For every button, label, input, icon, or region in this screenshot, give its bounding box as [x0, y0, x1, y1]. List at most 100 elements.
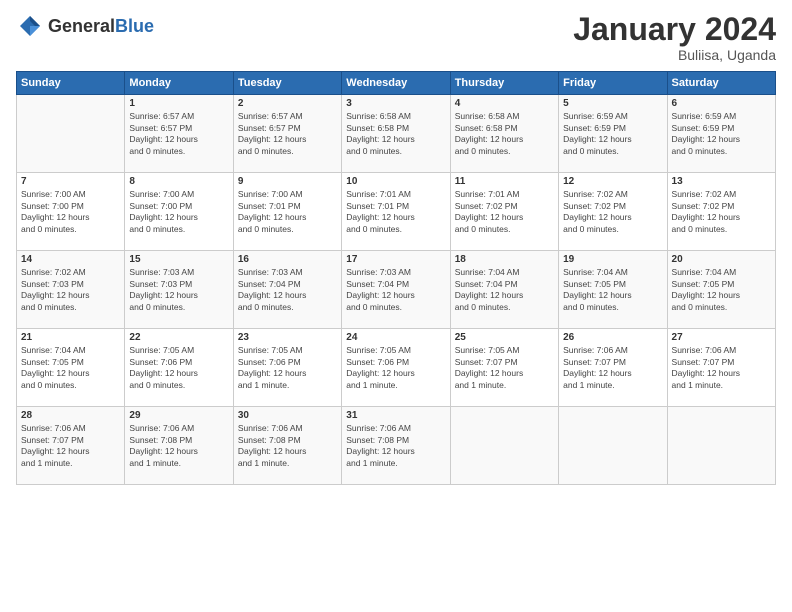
day-info: Sunrise: 7:06 AM Sunset: 7:07 PM Dayligh… [672, 345, 771, 391]
table-row: 8 Sunrise: 7:00 AM Sunset: 7:00 PM Daylig… [125, 173, 233, 251]
table-row: 10Sunrise: 7:01 AM Sunset: 7:01 PM Dayli… [342, 173, 450, 251]
day-number: 6 [672, 98, 771, 109]
day-info: Sunrise: 6:57 AM Sunset: 6:57 PM Dayligh… [238, 111, 337, 157]
calendar-week-row: 14 Sunrise: 7:02 AM Sunset: 7:03 PM Dayli… [17, 251, 776, 329]
calendar-week-row: 21Sunrise: 7:04 AM Sunset: 7:05 PM Dayli… [17, 329, 776, 407]
table-row: 22 Sunrise: 7:05 AM Sunset: 7:06 PM Dayli… [125, 329, 233, 407]
day-info: Sunrise: 7:03 AM Sunset: 7:04 PM Dayligh… [238, 267, 337, 313]
logo-general: General [48, 16, 115, 36]
table-row: 5Sunrise: 6:59 AM Sunset: 6:59 PM Daylig… [559, 95, 667, 173]
day-info: Sunrise: 7:04 AM Sunset: 7:04 PM Dayligh… [455, 267, 554, 313]
day-info: Sunrise: 7:06 AM Sunset: 7:07 PM Dayligh… [21, 423, 120, 469]
table-row: 14 Sunrise: 7:02 AM Sunset: 7:03 PM Dayli… [17, 251, 125, 329]
day-info: Sunrise: 7:01 AM Sunset: 7:01 PM Dayligh… [346, 189, 445, 235]
day-info: Sunrise: 7:05 AM Sunset: 7:06 PM Dayligh… [346, 345, 445, 391]
table-row: 27 Sunrise: 7:06 AM Sunset: 7:07 PM Dayli… [667, 329, 775, 407]
table-row: 24Sunrise: 7:05 AM Sunset: 7:06 PM Dayli… [342, 329, 450, 407]
day-info: Sunrise: 6:59 AM Sunset: 6:59 PM Dayligh… [672, 111, 771, 157]
table-row: 28 Sunrise: 7:06 AM Sunset: 7:07 PM Dayli… [17, 407, 125, 485]
day-info: Sunrise: 7:06 AM Sunset: 7:08 PM Dayligh… [346, 423, 445, 469]
day-info: Sunrise: 7:06 AM Sunset: 7:08 PM Dayligh… [129, 423, 228, 469]
day-number: 27 [672, 332, 771, 343]
day-number: 16 [238, 254, 337, 265]
day-number: 9 [238, 176, 337, 187]
day-info: Sunrise: 7:06 AM Sunset: 7:07 PM Dayligh… [563, 345, 662, 391]
day-number: 11 [455, 176, 554, 187]
table-row [667, 407, 775, 485]
day-info: Sunrise: 6:57 AM Sunset: 6:57 PM Dayligh… [129, 111, 228, 157]
day-info: Sunrise: 6:58 AM Sunset: 6:58 PM Dayligh… [346, 111, 445, 157]
logo: GeneralBlue [16, 12, 154, 40]
table-row: 1 Sunrise: 6:57 AM Sunset: 6:57 PM Daylig… [125, 95, 233, 173]
calendar-week-row: 28 Sunrise: 7:06 AM Sunset: 7:07 PM Dayli… [17, 407, 776, 485]
day-info: Sunrise: 7:03 AM Sunset: 7:03 PM Dayligh… [129, 267, 228, 313]
day-info: Sunrise: 7:02 AM Sunset: 7:03 PM Dayligh… [21, 267, 120, 313]
table-row: 20Sunrise: 7:04 AM Sunset: 7:05 PM Dayli… [667, 251, 775, 329]
day-info: Sunrise: 7:04 AM Sunset: 7:05 PM Dayligh… [672, 267, 771, 313]
day-number: 15 [129, 254, 228, 265]
page: GeneralBlue January 2024 Buliisa, Uganda… [0, 0, 792, 612]
day-number: 30 [238, 410, 337, 421]
day-number: 29 [129, 410, 228, 421]
day-info: Sunrise: 7:05 AM Sunset: 7:07 PM Dayligh… [455, 345, 554, 391]
day-number: 13 [672, 176, 771, 187]
location: Buliisa, Uganda [573, 47, 776, 63]
header-friday: Friday [559, 72, 667, 95]
weekday-header-row: Sunday Monday Tuesday Wednesday Thursday… [17, 72, 776, 95]
header-sunday: Sunday [17, 72, 125, 95]
day-info: Sunrise: 6:58 AM Sunset: 6:58 PM Dayligh… [455, 111, 554, 157]
table-row: 2Sunrise: 6:57 AM Sunset: 6:57 PM Daylig… [233, 95, 341, 173]
day-number: 19 [563, 254, 662, 265]
day-info: Sunrise: 6:59 AM Sunset: 6:59 PM Dayligh… [563, 111, 662, 157]
logo-blue: Blue [115, 16, 154, 36]
table-row: 16 Sunrise: 7:03 AM Sunset: 7:04 PM Dayli… [233, 251, 341, 329]
header-saturday: Saturday [667, 72, 775, 95]
day-info: Sunrise: 7:05 AM Sunset: 7:06 PM Dayligh… [238, 345, 337, 391]
table-row: 13Sunrise: 7:02 AM Sunset: 7:02 PM Dayli… [667, 173, 775, 251]
calendar-week-row: 1 Sunrise: 6:57 AM Sunset: 6:57 PM Daylig… [17, 95, 776, 173]
header: GeneralBlue January 2024 Buliisa, Uganda [16, 12, 776, 63]
table-row: 11 Sunrise: 7:01 AM Sunset: 7:02 PM Dayli… [450, 173, 558, 251]
day-number: 7 [21, 176, 120, 187]
table-row [17, 95, 125, 173]
table-row: 31 Sunrise: 7:06 AM Sunset: 7:08 PM Dayli… [342, 407, 450, 485]
day-info: Sunrise: 7:02 AM Sunset: 7:02 PM Dayligh… [563, 189, 662, 235]
month-title: January 2024 [573, 12, 776, 47]
day-number: 28 [21, 410, 120, 421]
table-row: 26 Sunrise: 7:06 AM Sunset: 7:07 PM Dayli… [559, 329, 667, 407]
table-row [559, 407, 667, 485]
day-number: 18 [455, 254, 554, 265]
header-monday: Monday [125, 72, 233, 95]
day-number: 25 [455, 332, 554, 343]
day-info: Sunrise: 7:00 AM Sunset: 7:00 PM Dayligh… [21, 189, 120, 235]
calendar-table: Sunday Monday Tuesday Wednesday Thursday… [16, 71, 776, 485]
day-number: 14 [21, 254, 120, 265]
table-row [450, 407, 558, 485]
day-info: Sunrise: 7:01 AM Sunset: 7:02 PM Dayligh… [455, 189, 554, 235]
header-wednesday: Wednesday [342, 72, 450, 95]
day-number: 31 [346, 410, 445, 421]
header-thursday: Thursday [450, 72, 558, 95]
calendar-week-row: 7 Sunrise: 7:00 AM Sunset: 7:00 PM Daylig… [17, 173, 776, 251]
day-info: Sunrise: 7:06 AM Sunset: 7:08 PM Dayligh… [238, 423, 337, 469]
day-info: Sunrise: 7:04 AM Sunset: 7:05 PM Dayligh… [21, 345, 120, 391]
title-area: January 2024 Buliisa, Uganda [573, 12, 776, 63]
table-row: 3 Sunrise: 6:58 AM Sunset: 6:58 PM Daylig… [342, 95, 450, 173]
table-row: 9Sunrise: 7:00 AM Sunset: 7:01 PM Daylig… [233, 173, 341, 251]
day-info: Sunrise: 7:03 AM Sunset: 7:04 PM Dayligh… [346, 267, 445, 313]
table-row: 17Sunrise: 7:03 AM Sunset: 7:04 PM Dayli… [342, 251, 450, 329]
table-row: 23 Sunrise: 7:05 AM Sunset: 7:06 PM Dayli… [233, 329, 341, 407]
day-number: 22 [129, 332, 228, 343]
day-number: 26 [563, 332, 662, 343]
day-info: Sunrise: 7:04 AM Sunset: 7:05 PM Dayligh… [563, 267, 662, 313]
table-row: 25 Sunrise: 7:05 AM Sunset: 7:07 PM Dayli… [450, 329, 558, 407]
table-row: 4Sunrise: 6:58 AM Sunset: 6:58 PM Daylig… [450, 95, 558, 173]
table-row: 15 Sunrise: 7:03 AM Sunset: 7:03 PM Dayli… [125, 251, 233, 329]
table-row: 6 Sunrise: 6:59 AM Sunset: 6:59 PM Daylig… [667, 95, 775, 173]
day-info: Sunrise: 7:00 AM Sunset: 7:00 PM Dayligh… [129, 189, 228, 235]
day-number: 8 [129, 176, 228, 187]
day-number: 23 [238, 332, 337, 343]
day-info: Sunrise: 7:05 AM Sunset: 7:06 PM Dayligh… [129, 345, 228, 391]
day-number: 3 [346, 98, 445, 109]
day-number: 1 [129, 98, 228, 109]
